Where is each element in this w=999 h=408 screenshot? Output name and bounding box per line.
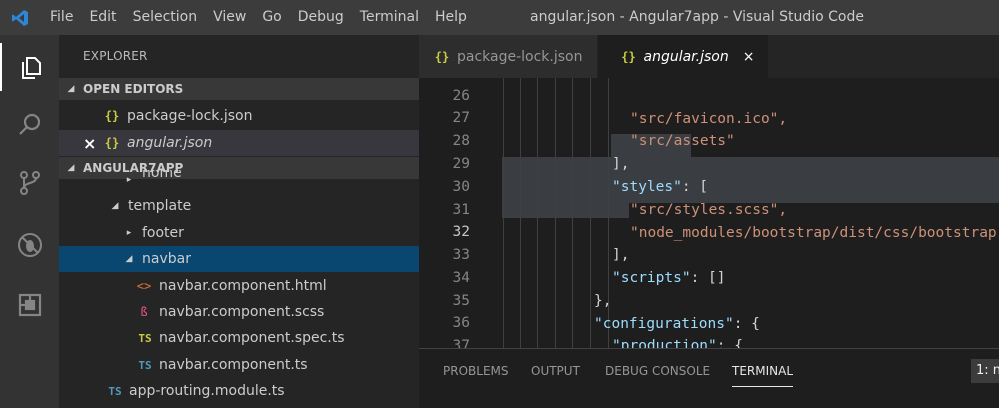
- code-line: 30 "src/styles.scss",: [419, 153, 999, 218]
- tree-folder-label: footer: [142, 225, 184, 241]
- code-line: 33 "scripts": []: [419, 221, 999, 286]
- json-file-icon: {}: [104, 136, 120, 150]
- source-control-icon[interactable]: [0, 159, 59, 207]
- activity-bar: [0, 35, 59, 408]
- menu-terminal[interactable]: Terminal: [352, 0, 427, 35]
- tree-file-navbar-html[interactable]: <> navbar.component.html: [59, 273, 419, 299]
- tree-file-app-routing[interactable]: TS app-routing.module.ts: [59, 378, 419, 404]
- tab-label: angular.json: [643, 48, 729, 65]
- chevron-right-icon: ▸: [126, 228, 132, 238]
- open-editors-label: OPEN EDITORS: [83, 82, 184, 96]
- tab-label: package-lock.json: [457, 48, 583, 65]
- debug-icon[interactable]: [0, 221, 59, 269]
- panel-tab-problems[interactable]: PROBLEMS: [443, 349, 509, 393]
- tree-folder-footer[interactable]: ▸ footer: [59, 220, 419, 246]
- explorer-title: EXPLORER: [83, 49, 148, 63]
- tree-file-navbar-ts[interactable]: TS navbar.component.ts: [59, 352, 419, 378]
- open-editor-item-angular-json[interactable]: × {} angular.json: [59, 130, 419, 156]
- chevron-down-icon: ◢: [111, 201, 119, 211]
- close-icon[interactable]: ×: [743, 49, 755, 65]
- code-line: 34 },: [419, 244, 999, 309]
- explorer-sidebar: EXPLORER ◢ OPEN EDITORS {} package-lock.…: [59, 35, 419, 408]
- json-file-icon: {}: [621, 49, 636, 64]
- close-icon[interactable]: ×: [83, 134, 103, 153]
- menu-help[interactable]: Help: [427, 0, 475, 35]
- panel-tab-debug-console[interactable]: DEBUG CONSOLE: [605, 349, 710, 393]
- code-editor[interactable]: 26 "src/favicon.ico", 27 "src/assets" 28…: [419, 78, 999, 348]
- html-file-icon: <>: [136, 279, 152, 293]
- search-icon[interactable]: [0, 101, 59, 149]
- menu-go[interactable]: Go: [254, 0, 289, 35]
- json-file-icon: {}: [434, 49, 450, 64]
- code-line: 36 "production": {: [419, 289, 999, 348]
- open-editor-label: angular.json: [127, 135, 213, 151]
- code-line: 31 "node_modules/bootstrap/dist/css/boot…: [419, 176, 999, 241]
- tree-file-navbar-spec[interactable]: TS navbar.component.spec.ts: [59, 325, 419, 351]
- tree-folder-navbar[interactable]: ◢ navbar: [59, 246, 419, 272]
- scss-file-icon: ß: [140, 305, 148, 319]
- tree-file-label: navbar.component.ts: [159, 357, 308, 373]
- tree-file-label: navbar.component.html: [159, 278, 327, 294]
- json-file-icon: {}: [104, 109, 120, 123]
- tree-folder-label: template: [128, 198, 192, 214]
- menu-bar: File Edit Selection View Go Debug Termin…: [40, 0, 475, 35]
- code-line: 27 "src/assets": [419, 84, 999, 149]
- open-editor-item-package-lock[interactable]: {} package-lock.json: [59, 103, 419, 129]
- tab-angular-json[interactable]: {} angular.json ×: [597, 35, 770, 78]
- code-line: 32 ],: [419, 198, 999, 263]
- title-bar: File Edit Selection View Go Debug Termin…: [0, 0, 999, 35]
- terminal-select[interactable]: 1: node: [971, 359, 999, 383]
- tree-folder-label: home: [142, 170, 182, 181]
- open-editor-label: package-lock.json: [127, 108, 253, 124]
- tree-folder-label: navbar: [142, 251, 191, 267]
- panel-tab-terminal[interactable]: TERMINAL: [732, 349, 794, 393]
- tree-file-label: app-routing.module.ts: [129, 383, 285, 399]
- code-line: 37 "fileReplacements": [: [419, 312, 999, 348]
- menu-selection[interactable]: Selection: [125, 0, 206, 35]
- tree-file-label: navbar.component.scss: [159, 304, 325, 320]
- ts-spec-file-icon: TS: [138, 331, 152, 345]
- menu-file[interactable]: File: [40, 0, 81, 35]
- extensions-icon[interactable]: [0, 281, 59, 329]
- open-editors-header[interactable]: ◢ OPEN EDITORS: [59, 78, 419, 100]
- tree-folder-template[interactable]: ◢ template: [59, 193, 419, 219]
- chevron-down-icon: ◢: [67, 84, 75, 94]
- tree-folder-home[interactable]: ▸ home: [59, 170, 419, 190]
- code-line: 35 "configurations": {: [419, 267, 999, 332]
- ts-file-icon: TS: [108, 384, 122, 398]
- ts-file-icon: TS: [138, 358, 152, 372]
- editor-tabs: {} package-lock.json {} angular.json ×: [419, 35, 999, 78]
- bottom-panel: PROBLEMS OUTPUT DEBUG CONSOLE TERMINAL 1…: [419, 348, 999, 408]
- menu-debug[interactable]: Debug: [290, 0, 352, 35]
- vscode-logo-icon: [0, 0, 40, 35]
- chevron-down-icon: ◢: [125, 254, 133, 264]
- tree-file-label: navbar.component.spec.ts: [159, 330, 345, 346]
- tree-file-navbar-scss[interactable]: ß navbar.component.scss: [59, 299, 419, 325]
- code-line: 28 ],: [419, 107, 999, 172]
- window-title: angular.json - Angular7app - Visual Stud…: [530, 9, 864, 25]
- explorer-icon[interactable]: [0, 43, 59, 91]
- tab-package-lock[interactable]: {} package-lock.json: [419, 35, 598, 78]
- menu-edit[interactable]: Edit: [81, 0, 124, 35]
- chevron-right-icon: ▸: [126, 175, 132, 185]
- menu-view[interactable]: View: [205, 0, 254, 35]
- panel-tab-output[interactable]: OUTPUT: [531, 349, 580, 393]
- code-line: 29 "styles": [: [419, 130, 999, 195]
- code-line: 38 {: [419, 335, 999, 348]
